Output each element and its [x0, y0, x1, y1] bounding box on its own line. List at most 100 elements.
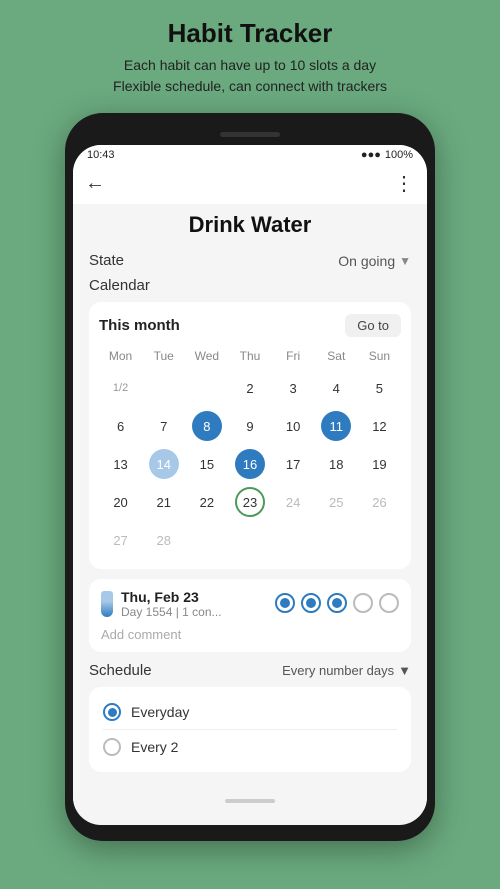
cal-day: [315, 521, 358, 559]
cal-day[interactable]: 4: [315, 369, 358, 407]
cal-day[interactable]: 2: [228, 369, 271, 407]
cal-day[interactable]: 10: [272, 407, 315, 445]
schedule-row: Schedule Every number days ▼: [89, 662, 411, 679]
cal-day[interactable]: 23: [228, 483, 271, 521]
phone-shell: 10:43 ●●● 100% ← ⋮ Drink Water State On …: [65, 113, 435, 841]
cal-day[interactable]: 20: [99, 483, 142, 521]
page-wrapper: Habit Tracker Each habit can have up to …: [0, 0, 500, 889]
schedule-value-text: Every number days: [282, 663, 394, 678]
radio-every2[interactable]: [103, 738, 121, 756]
schedule-caret-icon: ▼: [398, 663, 411, 678]
bottom-indicator: [225, 799, 275, 803]
table-row: 6 7 8 9 10 11 12: [99, 407, 401, 445]
cal-day[interactable]: 1/2: [99, 369, 142, 407]
bottom-bar: [73, 792, 427, 810]
battery-label: 100%: [385, 149, 413, 161]
cal-day[interactable]: 24: [272, 483, 315, 521]
schedule-option-everyday[interactable]: Everyday: [103, 697, 397, 727]
day-dots: [275, 593, 399, 613]
schedule-card: Everyday Every 2: [89, 687, 411, 772]
calendar-grid: Mon Tue Wed Thu Fri Sat Sun: [99, 347, 401, 559]
status-time: 10:43: [87, 149, 115, 161]
schedule-dropdown[interactable]: Every number days ▼: [282, 663, 411, 678]
state-row: State On going ▼: [89, 252, 411, 269]
cal-day[interactable]: 9: [228, 407, 271, 445]
phone-notch: [73, 123, 427, 145]
cal-day[interactable]: 5: [358, 369, 401, 407]
phone-screen: 10:43 ●●● 100% ← ⋮ Drink Water State On …: [73, 145, 427, 825]
everyday-label: Everyday: [131, 704, 189, 720]
schedule-option-every2[interactable]: Every 2: [103, 732, 397, 762]
main-content: Drink Water State On going ▼ Calendar Th…: [73, 212, 427, 792]
weekday-fri: Fri: [272, 347, 315, 369]
status-right: ●●● 100%: [361, 149, 413, 161]
cal-day: [185, 369, 228, 407]
radio-everyday[interactable]: [103, 703, 121, 721]
cal-day[interactable]: 28: [142, 521, 185, 559]
top-bar: ← ⋮: [73, 165, 427, 204]
table-row: 13 14 15 16 17 18 19: [99, 445, 401, 483]
add-comment-button[interactable]: Add comment: [101, 627, 399, 642]
dot-5[interactable]: [379, 593, 399, 613]
cal-day[interactable]: 27: [99, 521, 142, 559]
calendar-card: This month Go to Mon Tue Wed Thu Fri Sat: [89, 302, 411, 569]
weekday-mon: Mon: [99, 347, 142, 369]
cal-day[interactable]: 17: [272, 445, 315, 483]
table-row: 27 28: [99, 521, 401, 559]
cal-day[interactable]: 19: [358, 445, 401, 483]
calendar-weekday-row: Mon Tue Wed Thu Fri Sat Sun: [99, 347, 401, 369]
go-to-button[interactable]: Go to: [345, 314, 401, 337]
weekday-sun: Sun: [358, 347, 401, 369]
app-subtitle: Each habit can have up to 10 slots a day…: [93, 55, 407, 97]
weekday-tue: Tue: [142, 347, 185, 369]
water-icon: [101, 591, 113, 617]
day-detail-date: Thu, Feb 23: [121, 589, 222, 605]
cal-day[interactable]: 14: [142, 445, 185, 483]
state-value-text: On going: [338, 253, 395, 269]
signal-icon: ●●●: [361, 149, 381, 161]
menu-button[interactable]: ⋮: [394, 171, 415, 196]
cal-day[interactable]: 12: [358, 407, 401, 445]
cal-day: [142, 369, 185, 407]
day-detail-info: Thu, Feb 23 Day 1554 | 1 con...: [121, 589, 222, 619]
cal-day[interactable]: 18: [315, 445, 358, 483]
dot-1[interactable]: [275, 593, 295, 613]
cal-day[interactable]: 11: [315, 407, 358, 445]
day-detail-left: Thu, Feb 23 Day 1554 | 1 con...: [101, 589, 222, 619]
notch-bar: [220, 132, 280, 137]
calendar-month: This month: [99, 317, 180, 334]
habit-title: Drink Water: [89, 212, 411, 238]
cal-day[interactable]: 26: [358, 483, 401, 521]
calendar-label: Calendar: [89, 277, 411, 294]
schedule-label: Schedule: [89, 662, 152, 679]
back-button[interactable]: ←: [85, 172, 105, 195]
day-detail-header: Thu, Feb 23 Day 1554 | 1 con...: [101, 589, 399, 619]
cal-day[interactable]: 7: [142, 407, 185, 445]
cal-day[interactable]: 22: [185, 483, 228, 521]
weekday-wed: Wed: [185, 347, 228, 369]
weekday-thu: Thu: [228, 347, 271, 369]
day-detail-sub: Day 1554 | 1 con...: [121, 605, 222, 619]
status-bar: 10:43 ●●● 100%: [73, 145, 427, 165]
cal-day: [228, 521, 271, 559]
state-dropdown[interactable]: On going ▼: [338, 253, 411, 269]
cal-day[interactable]: 6: [99, 407, 142, 445]
cal-day[interactable]: 16: [228, 445, 271, 483]
app-title: Habit Tracker: [168, 18, 333, 49]
cal-day[interactable]: 13: [99, 445, 142, 483]
dot-3[interactable]: [327, 593, 347, 613]
cal-day[interactable]: 25: [315, 483, 358, 521]
cal-day[interactable]: 21: [142, 483, 185, 521]
state-label: State: [89, 252, 124, 269]
cal-day[interactable]: 15: [185, 445, 228, 483]
cal-day[interactable]: 8: [185, 407, 228, 445]
dot-2[interactable]: [301, 593, 321, 613]
table-row: 20 21 22 23 24 25 26: [99, 483, 401, 521]
cal-day: [358, 521, 401, 559]
dot-4[interactable]: [353, 593, 373, 613]
every2-label: Every 2: [131, 739, 178, 755]
cal-day[interactable]: 3: [272, 369, 315, 407]
calendar-header: This month Go to: [99, 314, 401, 337]
schedule-divider: [103, 729, 397, 730]
cal-day: [185, 521, 228, 559]
